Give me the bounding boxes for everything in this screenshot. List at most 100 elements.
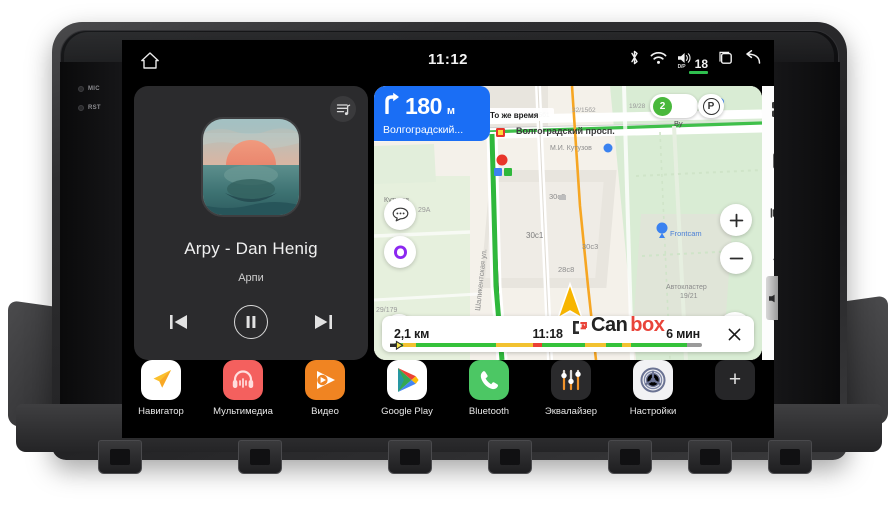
bookmark-icon[interactable]: [768, 150, 774, 172]
svg-text:Автокластер: Автокластер: [666, 284, 707, 291]
transport-controls: [134, 296, 368, 348]
route-traffic-segment: [532, 343, 542, 347]
touchscreen: 11:12 D/P 18 Arpy - Dan Henig Арпи 32/15…: [122, 40, 774, 438]
route-traffic-track: [394, 343, 702, 347]
parking-toggle[interactable]: P: [698, 94, 724, 118]
dock-item-navigator[interactable]: Навигатор: [130, 360, 192, 417]
dock-label: Bluetooth: [468, 406, 510, 417]
route-traffic-segment: [403, 343, 416, 347]
route-traffic-segment: [606, 343, 622, 347]
route-traffic-segment: [584, 343, 607, 347]
dock-item-video[interactable]: Видео: [294, 360, 356, 417]
svg-text:19/28: 19/28: [629, 103, 646, 110]
svg-text:19/21: 19/21: [680, 293, 698, 300]
mic-label: MIC: [88, 86, 100, 92]
route-duration: 6 мин: [666, 327, 700, 341]
status-icons: D/P 18: [629, 48, 762, 74]
svg-text:29/179: 29/179: [376, 307, 398, 314]
dock-item-bluetooth[interactable]: Bluetooth: [458, 360, 520, 417]
bluetooth-icon: [629, 49, 640, 71]
route-distance: 2,1 км: [394, 327, 430, 341]
svg-text:28с8: 28с8: [558, 265, 574, 274]
dock-label: Эквалайзер: [544, 406, 598, 417]
svg-text:Frontcam: Frontcam: [670, 229, 702, 238]
close-icon[interactable]: [714, 316, 754, 352]
traffic-camera-icon[interactable]: [768, 202, 774, 224]
route-traffic-segment: [415, 343, 496, 347]
side-panel-handle[interactable]: [766, 276, 778, 320]
playlist-icon[interactable]: [330, 96, 356, 122]
volume-indicator[interactable]: D/P 18: [677, 51, 708, 74]
svg-text:Ву: Ву: [674, 119, 683, 128]
route-vehicle-marker: [390, 340, 404, 351]
turn-right-icon: [383, 92, 400, 119]
reset-label: RST: [88, 105, 101, 111]
svg-text:То же время: То же время: [490, 111, 539, 120]
track-artist: Арпи: [238, 272, 264, 284]
dock-add-app-button[interactable]: +: [704, 360, 766, 400]
media-player-card: Arpy - Dan Henig Арпи: [134, 86, 368, 360]
svg-text:М.И. Кутузов: М.И. Кутузов: [550, 145, 592, 152]
chat-icon[interactable]: [384, 198, 416, 230]
navigator-icon: [141, 360, 181, 400]
mount-clip: [488, 440, 532, 474]
screenshot-root: MIC RST 11:12 D/P 18 Arpy - Dan Henig Ар…: [0, 0, 895, 507]
nav-distance-unit: м: [446, 105, 456, 117]
album-art: [201, 117, 301, 217]
svg-text:29А: 29А: [418, 207, 431, 214]
alice-assistant-icon[interactable]: [384, 236, 416, 268]
mic-dot: [78, 86, 84, 92]
next-track-icon[interactable]: [312, 312, 334, 332]
app-dock: Навигатор Мультимедиа Видео Google Play …: [122, 360, 774, 430]
wifi-icon: [650, 51, 667, 70]
apps-grid-icon[interactable]: [768, 98, 774, 120]
map-card[interactable]: 32/15б1 32/15б2 19/28 30с2 30с1 30с3 28с…: [374, 86, 762, 360]
mount-clip: [238, 440, 282, 474]
dock-item-google-play[interactable]: Google Play: [376, 360, 438, 417]
dock-item-settings[interactable]: Настройки: [622, 360, 684, 417]
recents-icon[interactable]: [718, 50, 734, 71]
phone-icon: [469, 360, 509, 400]
route-traffic-segment: [686, 343, 702, 347]
reset-dot: [78, 105, 84, 111]
google-play-icon: [387, 360, 427, 400]
dock-item-multimedia[interactable]: Мультимедиа: [212, 360, 274, 417]
route-info: 2,1 км 11:18 6 мин: [382, 316, 714, 352]
nav-street-name: Волгоградский...: [383, 124, 464, 136]
dock-label: Google Play: [381, 406, 433, 417]
video-icon: [305, 360, 345, 400]
dock-label: Навигатор: [138, 406, 184, 417]
bezel-right: [774, 62, 840, 422]
route-traffic-segment: [631, 343, 687, 347]
previous-track-icon[interactable]: [168, 312, 190, 332]
nav-distance: 180: [405, 93, 442, 119]
traffic-level-badge: 2: [653, 96, 672, 116]
mic-indicator: MIC: [78, 86, 124, 92]
route-fork-icon[interactable]: [768, 254, 774, 276]
svg-text:Волгоградский просп.: Волгоградский просп.: [516, 126, 615, 136]
track-title: Arpy - Dan Henig: [184, 239, 318, 258]
mount-clip: [768, 440, 812, 474]
plus-icon[interactable]: [720, 204, 752, 236]
add-icon: +: [715, 360, 755, 400]
dock-item-equalizer[interactable]: Эквалайзер: [540, 360, 602, 417]
volume-mode-label: D/P: [677, 63, 686, 70]
svg-text:30с3: 30с3: [582, 242, 598, 251]
mount-clip: [98, 440, 142, 474]
mount-clip: [608, 440, 652, 474]
back-icon[interactable]: [744, 49, 762, 71]
dock-label: Видео: [311, 406, 339, 417]
dock-label: Настройки: [629, 406, 677, 417]
traffic-toggle[interactable]: 2: [650, 94, 698, 118]
minus-icon[interactable]: [720, 242, 752, 274]
reset-button[interactable]: RST: [78, 105, 124, 111]
pause-icon[interactable]: [234, 305, 268, 339]
route-arrival-time: 11:18: [532, 327, 563, 341]
route-traffic-segment: [495, 343, 533, 347]
svg-text:32/15б2: 32/15б2: [572, 106, 596, 114]
route-traffic-segment: [541, 343, 585, 347]
dock-label: Мультимедиа: [213, 406, 273, 417]
mount-clip: [388, 440, 432, 474]
mount-clip: [688, 440, 732, 474]
route-traffic-segment: [621, 343, 632, 347]
